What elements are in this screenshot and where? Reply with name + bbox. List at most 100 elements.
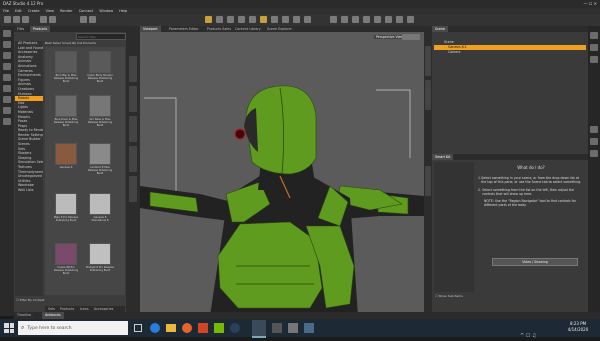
shaping-icon[interactable] bbox=[3, 85, 11, 92]
user-icon[interactable] bbox=[396, 16, 403, 23]
store-icon[interactable] bbox=[407, 16, 414, 23]
posing-icon[interactable] bbox=[3, 74, 11, 81]
windows-start-icon[interactable] bbox=[4, 323, 14, 333]
menu-file[interactable]: File bbox=[3, 9, 9, 13]
undo-icon[interactable] bbox=[40, 16, 47, 23]
spot-render-icon[interactable] bbox=[282, 16, 289, 23]
joint-editor-icon[interactable] bbox=[260, 16, 267, 23]
show-sub-items[interactable]: ☐ Show Sub Items bbox=[435, 294, 463, 298]
product-label-4: Girl Base & Miss Release Publishing Buil… bbox=[87, 118, 113, 127]
product-thumb-8[interactable] bbox=[89, 193, 111, 215]
render-settings-icon[interactable] bbox=[89, 16, 96, 23]
menu-view[interactable]: View bbox=[46, 9, 54, 13]
product-thumb-3[interactable] bbox=[55, 95, 77, 117]
rtab-1[interactable] bbox=[425, 46, 431, 76]
firefox-icon[interactable] bbox=[182, 323, 192, 333]
prop-icon[interactable] bbox=[363, 16, 370, 23]
office-icon[interactable] bbox=[198, 323, 208, 333]
product-thumb-1[interactable] bbox=[55, 51, 77, 73]
right-tool-2-icon[interactable] bbox=[590, 44, 598, 51]
scale-tool-icon[interactable] bbox=[249, 16, 256, 23]
category-list: All Products Lost and Found Accessories Ana… bbox=[15, 41, 43, 296]
product-thumb-10[interactable] bbox=[89, 243, 111, 265]
surfaces-icon[interactable] bbox=[3, 63, 11, 70]
vtab-4[interactable] bbox=[129, 146, 137, 172]
category-item[interactable]: Well Lists bbox=[15, 188, 43, 193]
video-button[interactable]: Video / Showing bbox=[492, 258, 578, 266]
translate-tool-icon[interactable] bbox=[238, 16, 245, 23]
edge-icon[interactable] bbox=[150, 323, 160, 333]
file-explorer-icon[interactable] bbox=[166, 324, 176, 332]
bottom-tab-bar: Timeline Aniblocks bbox=[14, 312, 600, 319]
search-input[interactable] bbox=[76, 33, 126, 40]
app-taskbar-icon-2[interactable] bbox=[272, 323, 282, 333]
cameras-tab-icon[interactable] bbox=[3, 107, 11, 114]
daz-studio-taskbar-icon[interactable] bbox=[252, 320, 266, 338]
rotate-tool-icon[interactable] bbox=[227, 16, 234, 23]
menu-render[interactable]: Render bbox=[60, 9, 72, 13]
rtab-2[interactable] bbox=[425, 80, 431, 110]
clock[interactable]: 8:23 PM 4/14/2020 bbox=[560, 321, 596, 333]
render-tab-icon[interactable] bbox=[3, 118, 11, 125]
product-thumb-7[interactable] bbox=[55, 193, 77, 215]
menu-create[interactable]: Create bbox=[28, 9, 40, 13]
right-tool-5-icon[interactable] bbox=[590, 138, 598, 145]
window-controls[interactable]: — ☐ ✕ bbox=[584, 0, 597, 8]
lights-icon[interactable] bbox=[330, 16, 337, 23]
menu-edit[interactable]: Edit bbox=[15, 9, 22, 13]
app-taskbar-icon-4[interactable] bbox=[304, 323, 314, 333]
tab-products[interactable]: Products bbox=[30, 26, 51, 32]
product-thumb-4[interactable] bbox=[89, 95, 111, 117]
redo-icon[interactable] bbox=[49, 16, 56, 23]
new-scene-icon[interactable] bbox=[4, 16, 11, 23]
filter-by-context[interactable]: ☐ Filter By Context bbox=[16, 298, 45, 302]
save-icon[interactable] bbox=[22, 16, 29, 23]
product-thumb-9[interactable] bbox=[55, 243, 77, 265]
vtab-5[interactable] bbox=[129, 176, 137, 202]
right-tool-6-icon[interactable] bbox=[590, 150, 598, 157]
right-tool-4-icon[interactable] bbox=[590, 126, 598, 133]
viewport[interactable]: Viewport Parameters Editor Products Sale… bbox=[140, 26, 424, 316]
taskbar-search[interactable]: ⌕ Type here to search bbox=[18, 321, 128, 335]
render-icon[interactable] bbox=[80, 16, 87, 23]
open-icon[interactable] bbox=[13, 16, 20, 23]
tab-files[interactable]: Files bbox=[14, 26, 28, 32]
tab-smart-kit[interactable]: Smart Kit bbox=[432, 154, 454, 160]
vtab-2[interactable] bbox=[129, 86, 137, 112]
menu-window[interactable]: Window bbox=[99, 9, 113, 13]
surface-selection-icon[interactable] bbox=[304, 16, 311, 23]
help-icon[interactable] bbox=[385, 16, 392, 23]
node-selection-icon[interactable] bbox=[205, 16, 212, 23]
product-thumb-6[interactable] bbox=[89, 143, 111, 165]
smart-content-icon[interactable] bbox=[3, 30, 11, 37]
product-label-10: Bridget 8 Pro Release Publishing Build bbox=[86, 266, 114, 272]
vtab-3[interactable] bbox=[129, 116, 137, 142]
steam-icon[interactable] bbox=[230, 323, 240, 333]
menu-help[interactable]: Help bbox=[119, 9, 127, 13]
task-view-icon[interactable] bbox=[134, 324, 142, 332]
figure-icon[interactable] bbox=[352, 16, 359, 23]
scene-item-camera[interactable]: Camera bbox=[434, 50, 586, 55]
content-library-icon[interactable] bbox=[3, 41, 11, 48]
lights-tab-icon[interactable] bbox=[3, 96, 11, 103]
app-taskbar-icon-3[interactable] bbox=[288, 323, 298, 333]
right-tool-1-icon[interactable] bbox=[590, 32, 598, 39]
menu-connect[interactable]: Connect bbox=[79, 9, 93, 13]
vtab-1[interactable] bbox=[129, 56, 137, 82]
tab-timeline[interactable]: Timeline bbox=[14, 312, 35, 319]
tab-scene[interactable]: Scene bbox=[432, 26, 449, 32]
tab-aniblocks[interactable]: Aniblocks bbox=[42, 312, 64, 319]
universal-tool-icon[interactable] bbox=[216, 16, 223, 23]
rtab-3[interactable] bbox=[425, 166, 431, 196]
camera-icon[interactable] bbox=[341, 16, 348, 23]
right-tool-3-icon[interactable] bbox=[590, 56, 598, 63]
product-thumb-2[interactable] bbox=[89, 51, 111, 73]
robot-figure[interactable] bbox=[140, 26, 424, 316]
product-thumb-5[interactable] bbox=[55, 143, 77, 165]
nvidia-icon[interactable] bbox=[214, 323, 224, 333]
parameters-icon[interactable] bbox=[3, 52, 11, 59]
layout-icon[interactable] bbox=[374, 16, 381, 23]
geometry-editor-icon[interactable] bbox=[271, 16, 278, 23]
tray-icons[interactable]: ^ ☐ ♫ bbox=[520, 333, 536, 339]
region-navigator-icon[interactable] bbox=[293, 16, 300, 23]
